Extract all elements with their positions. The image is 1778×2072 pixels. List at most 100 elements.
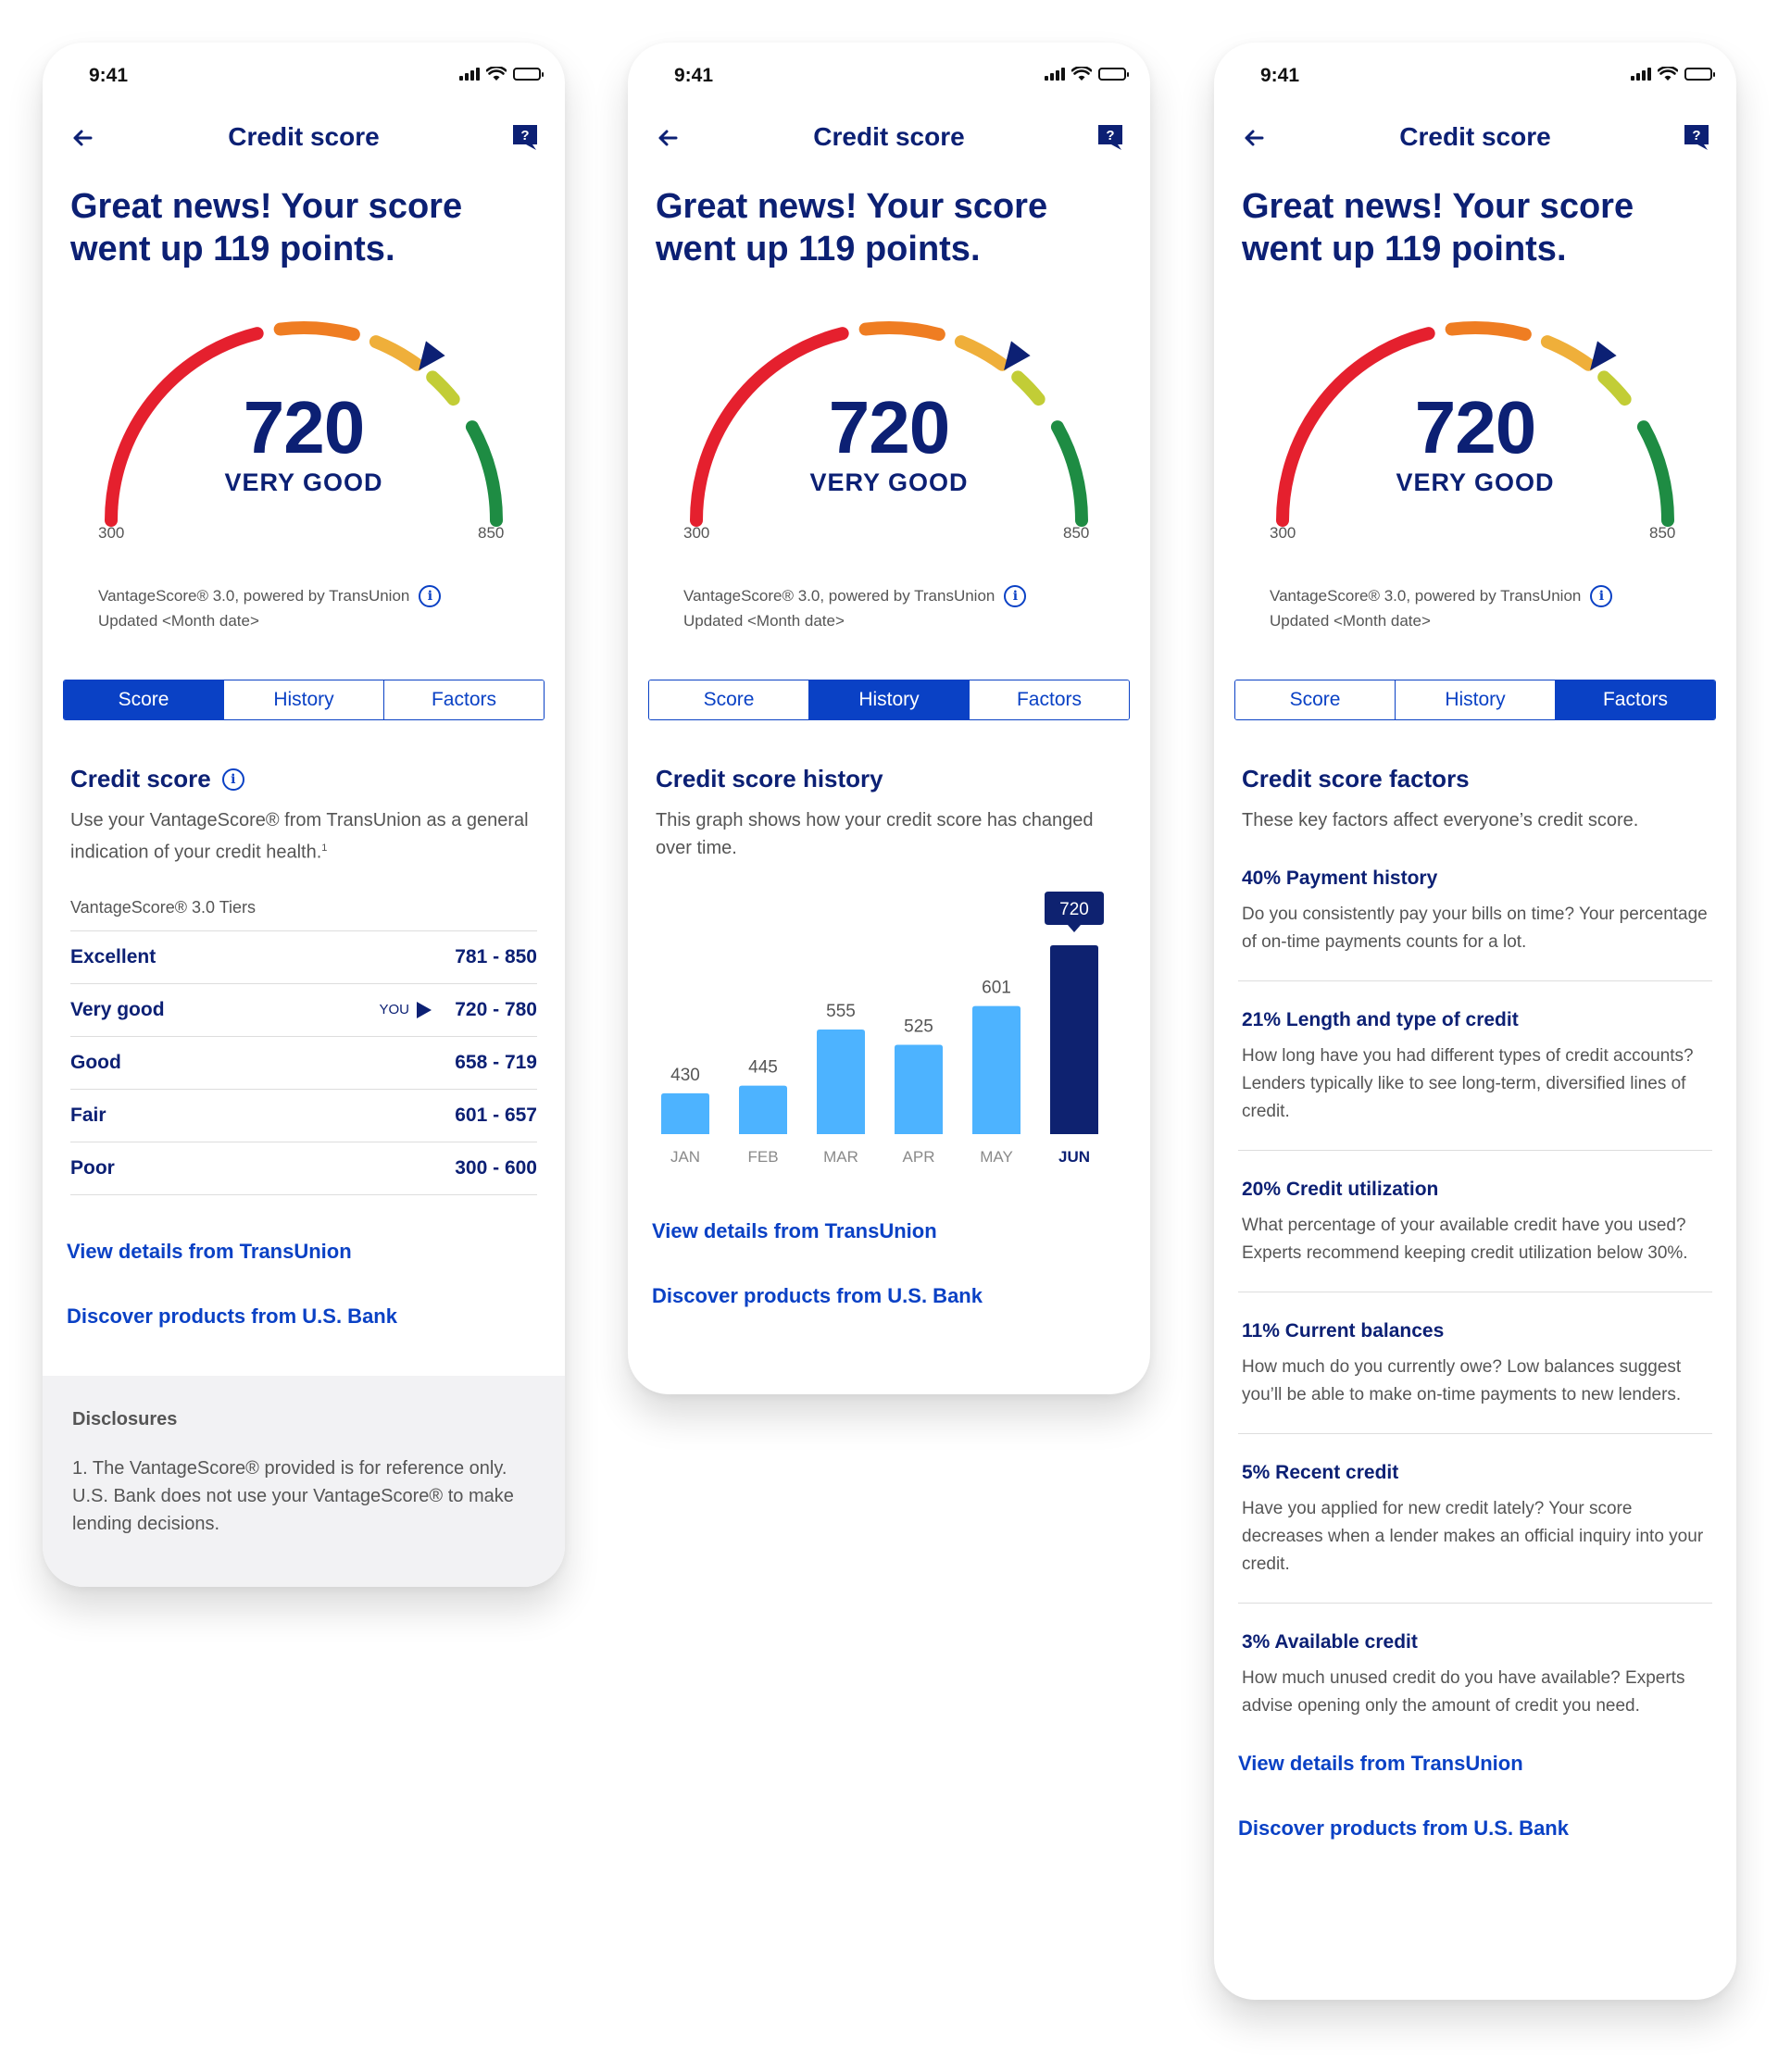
chart-bar-jan[interactable] [661,1092,709,1134]
divider [1238,1433,1712,1434]
divider [1238,980,1712,981]
battery-icon [1098,68,1129,81]
factor-item: 11% Current balances How much do you curr… [1242,1320,1682,1404]
nav-title: Credit score [1399,122,1551,151]
divider [1238,1603,1712,1604]
gauge-segment-good [1540,335,1596,371]
divider [1238,1150,1712,1151]
view-transunion-link[interactable]: View details from TransUnion [43,1240,565,1264]
headline: Great news! Your score went up 119 point… [1242,187,1634,268]
signal-icon [1631,68,1651,81]
signal-icon [1045,68,1065,81]
factor-item: 5% Recent credit Have you applied for new… [1242,1462,1704,1574]
tab-bar: Score History Factors [63,680,545,720]
nav-bar: Credit score ? [628,106,1150,185]
score-source: VantageScore® 3.0, powered by TransUnion… [1214,583,1736,633]
gauge-pointer-icon [1590,341,1617,371]
status-time: 9:41 [674,65,714,86]
tier-row: Excellent 781 - 850 [70,931,537,984]
tab-factors[interactable]: Factors [1556,680,1715,719]
info-icon[interactable]: i [1590,584,1613,607]
factor-list: 40% Payment history Do you consistently p… [1214,867,1736,1720]
tab-bar: Score History Factors [648,680,1130,720]
help-chat-icon[interactable]: ? [1096,122,1124,152]
factor-item: 21% Length and type of credit How long ha… [1242,1009,1694,1121]
gauge-max-label: 850 [1063,524,1090,542]
section-description: These key factors affect everyone’s cred… [1242,810,1639,830]
score-section: Credit score i Use your VantageScore® fro… [43,765,565,1195]
factor-item: 3% Available credit How much unused credi… [1242,1631,1685,1716]
data-label: 720 [1059,900,1089,919]
discover-usbank-link[interactable]: Discover products from U.S. Bank [628,1284,1150,1308]
gauge-min-label: 300 [683,524,710,542]
gauge-pointer-icon [1004,341,1031,371]
chart-svg: JAN 430 FEB 445 MAR 555 APR 525 MAY 601 JUN 720 [661,892,1104,1166]
history-bar-chart: JAN 430 FEB 445 MAR 555 APR 525 MAY 601 JUN 720 [628,886,1150,1192]
score-gauge: 720 VERY GOOD 300 850 [43,293,565,580]
gauge-segment-good [369,335,424,371]
gauge-max-label: 850 [1649,524,1676,542]
x-tick-label: FEB [747,1148,778,1166]
status-bar: 9:41 [1214,43,1736,106]
svg-text:?: ? [1692,128,1700,144]
headline: Great news! Your score went up 119 point… [656,187,1048,268]
chart-bar-mar[interactable] [817,1029,865,1134]
tab-score[interactable]: Score [1235,680,1396,719]
help-chat-icon[interactable]: ? [511,122,539,152]
tab-factors[interactable]: Factors [970,680,1129,719]
section-description: This graph shows how your credit score h… [656,810,1094,858]
tab-score[interactable]: Score [649,680,809,719]
battery-icon [1684,68,1715,81]
data-label: 601 [982,979,1011,998]
gauge-segment-fair [273,321,360,342]
tab-history[interactable]: History [1396,680,1556,719]
chart-bar-apr[interactable] [895,1044,943,1134]
tab-history[interactable]: History [809,680,970,719]
view-transunion-link[interactable]: View details from TransUnion [628,1219,1150,1243]
tab-factors[interactable]: Factors [384,680,544,719]
gauge-segment-good [954,335,1009,371]
nav-bar: Credit score ? [1214,106,1736,185]
data-label: 445 [748,1058,778,1078]
you-marker-icon [417,1001,432,1018]
history-section: Credit score history This graph shows ho… [628,765,1150,862]
signal-icon [459,68,480,81]
discover-usbank-link[interactable]: Discover products from U.S. Bank [43,1304,565,1329]
help-chat-icon[interactable]: ? [1683,122,1710,152]
discover-usbank-link[interactable]: Discover products from U.S. Bank [1214,1816,1736,1841]
factors-section: Credit score factors These key factors a… [1214,765,1736,834]
data-label: 525 [904,1017,933,1037]
factor-item: 40% Payment history Do you consistently p… [1242,867,1708,952]
phone-history-screen: 9:41 Credit score ? Great news! Your sco… [628,43,1150,1394]
tier-row: Good 658 - 719 [70,1037,537,1090]
gauge-segment-fair [858,321,945,342]
disclosures: Disclosures 1. The VantageScore® provide… [43,1376,565,1587]
wifi-icon [1071,67,1092,81]
info-icon[interactable]: i [419,584,442,607]
disclosures-text: 1. The VantageScore® provided is for ref… [72,1458,514,1534]
gauge-min-label: 300 [1270,524,1296,542]
battery-icon [513,68,544,81]
info-icon[interactable]: i [221,768,244,791]
gauge-segment-fair [1445,321,1532,342]
gauge-rating: VERY GOOD [1396,468,1555,496]
score-gauge: 720 VERY GOOD 300 850 [628,293,1150,580]
chart-bar-feb[interactable] [739,1085,787,1134]
tier-row: Poor 300 - 600 [70,1142,537,1195]
chart-bar-jun[interactable] [1050,945,1098,1134]
info-icon[interactable]: i [1004,584,1027,607]
section-description: Use your VantageScore® from TransUnion a… [70,810,529,863]
x-tick-label: APR [903,1148,935,1166]
view-transunion-link[interactable]: View details from TransUnion [1214,1752,1736,1776]
tab-history[interactable]: History [224,680,384,719]
nav-title: Credit score [813,122,965,151]
status-time: 9:41 [1260,65,1300,86]
headline: Great news! Your score went up 119 point… [70,187,463,268]
factor-item: 20% Credit utilization What percentage of… [1242,1179,1688,1263]
tab-score[interactable]: Score [64,680,224,719]
gauge-pointer-icon [419,341,445,371]
chart-bar-may[interactable] [972,1005,1020,1134]
wifi-icon [486,67,507,81]
x-tick-label: MAY [980,1148,1013,1166]
data-label: 430 [670,1066,700,1085]
